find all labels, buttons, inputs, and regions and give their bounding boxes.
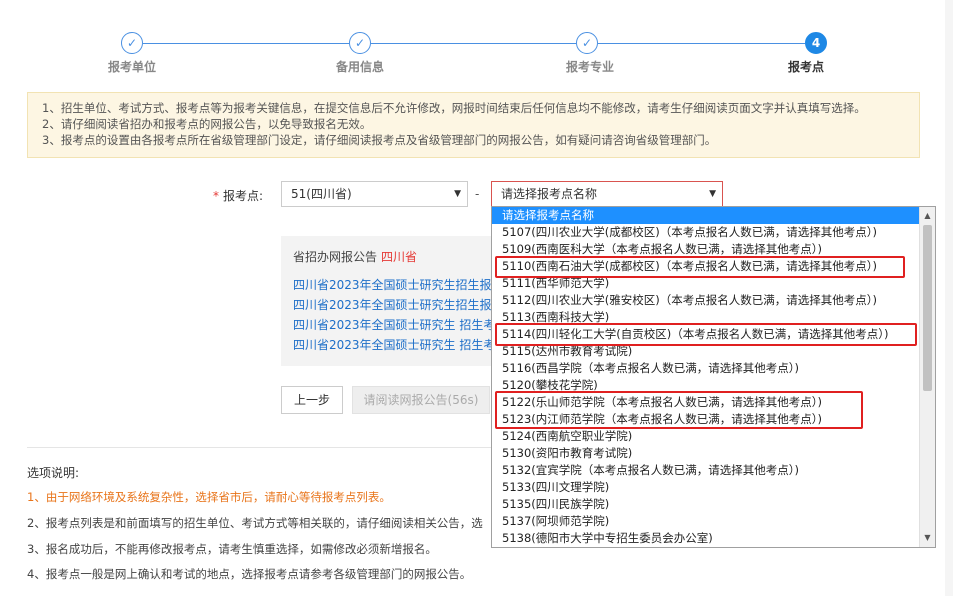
announcement-link[interactable]: 四川省2023年全国硕士研究生 招生考 [293,315,496,335]
exam-site-select-value: 请选择报考点名称 [501,187,598,201]
notes-title: 选项说明: [27,466,80,480]
announcement-link[interactable]: 四川省2023年全国硕士研究生 招生考 [293,335,496,355]
dropdown-scrollbar[interactable]: ▲ ▼ [919,207,935,547]
scroll-thumb[interactable] [923,225,932,391]
note-item: 4、报考点一般是网上确认和考试的地点，选择报考点请参考各级管理部门的网报公告。 [27,567,472,581]
step-label-major[interactable]: 报考专业 [566,58,614,75]
dropdown-option[interactable]: 5133(四川文理学院) [492,479,920,496]
dropdown-arrow-icon: ▼ [454,189,461,199]
check-icon: ✓ [349,32,371,54]
province-select-value: 51(四川省) [291,187,352,201]
step-connector [143,43,349,44]
step-label-unit[interactable]: 报考单位 [108,58,156,75]
dropdown-option[interactable]: 5124(西南航空职业学院) [492,428,920,445]
read-announcement-button[interactable]: 请阅读网报公告(56s) [352,386,490,414]
announcement-link[interactable]: 四川省2023年全国硕士研究生招生报名 [293,295,496,315]
progress-stepper: ✓ ✓ ✓ 4 报考单位 备用信息 报考专业 报考点 [0,32,953,76]
notice-box: 1、招生单位、考试方式、报考点等为报考关键信息，在提交信息后不允许修改，网报时间… [27,92,920,158]
check-icon: ✓ [121,32,143,54]
dropdown-option[interactable]: 5107(四川农业大学(成都校区)（本考点报名人数已满，请选择其他考点）) [492,224,920,241]
announcement-link[interactable]: 四川省2023年全国硕士研究生招生报名 [293,275,496,295]
dropdown-arrow-icon: ▼ [709,189,716,199]
scroll-down-icon[interactable]: ▼ [920,531,935,545]
dropdown-option[interactable]: 5130(资阳市教育考试院) [492,445,920,462]
notice-line: 2、请仔细阅读省招办和报考点的网报公告，以免导致报名无效。 [42,117,372,131]
required-mark: * [213,189,219,203]
dropdown-option[interactable]: 请选择报考点名称 [492,207,920,224]
announcement-province: 四川省 [381,250,418,264]
step-connector [371,43,576,44]
highlight-annotation [495,256,905,278]
announcement-title-text: 省招办网报公告 [293,250,378,264]
dropdown-option[interactable]: 5137(阿坝师范学院) [492,513,920,530]
step-label-backup-info[interactable]: 备用信息 [336,58,384,75]
dropdown-option[interactable]: 5116(西昌学院（本考点报名人数已满，请选择其他考点）) [492,360,920,377]
exam-site-label: * 报考点: [213,187,263,204]
note-item: 1、由于网络环境及系统复杂性，选择省市后，请耐心等待报考点列表。 [27,490,391,504]
dropdown-option[interactable]: 5132(宜宾学院（本考点报名人数已满，请选择其他考点）) [492,462,920,479]
exam-site-label-text: 报考点: [223,189,264,203]
scroll-up-icon[interactable]: ▲ [920,209,935,223]
dropdown-option[interactable]: 5112(四川农业大学(雅安校区)（本考点报名人数已满，请选择其他考点）) [492,292,920,309]
separator: - [475,187,480,201]
step-connector [598,43,805,44]
check-icon: ✓ [576,32,598,54]
announcement-title: 省招办网报公告 四川省 [293,248,496,265]
exam-site-select[interactable]: 请选择报考点名称 ▼ [491,181,723,207]
notice-line: 1、招生单位、考试方式、报考点等为报考关键信息，在提交信息后不允许修改，网报时间… [42,101,866,115]
announcement-box: 省招办网报公告 四川省 四川省2023年全国硕士研究生招生报名 四川省2023年全… [281,236,496,366]
province-select[interactable]: 51(四川省) ▼ [281,181,468,207]
note-item: 3、报名成功后，不能再修改报考点，请考生慎重选择，如需修改必须新增报名。 [27,542,437,556]
page-scrollbar[interactable] [945,0,953,596]
step-label-exam-site: 报考点 [787,60,825,74]
dropdown-option[interactable]: 5138(德阳市大学中专招生委员会办公室) [492,530,920,547]
highlight-annotation [495,391,863,429]
highlight-annotation [495,323,917,346]
note-item: 2、报考点列表是和前面填写的招生单位、考试方式等相关联的，请仔细阅读相关公告，选 [27,516,483,530]
divider [27,447,497,448]
dropdown-option[interactable]: 5135(四川民族学院) [492,496,920,513]
prev-step-button[interactable]: 上一步 [281,386,343,414]
notice-line: 3、报考点的设置由各报考点所在省级管理部门设定，请仔细阅读报考点及省级管理部门的… [42,133,717,147]
step-number-4: 4 [805,32,827,54]
